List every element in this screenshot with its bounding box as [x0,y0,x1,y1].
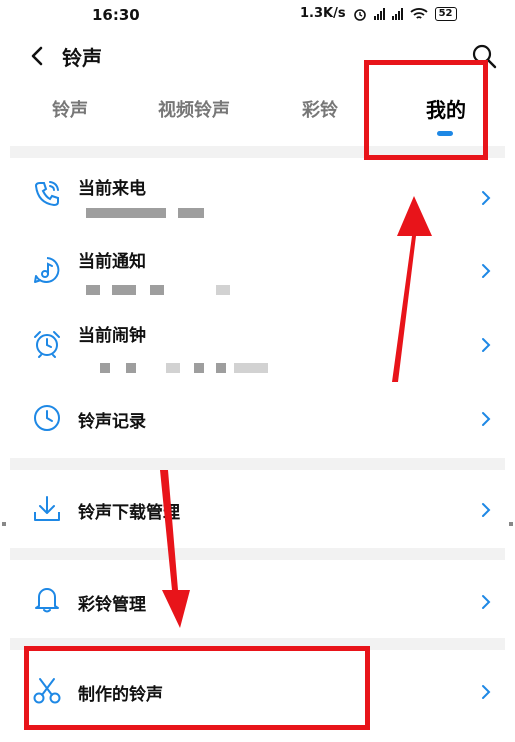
arrow-up-to-mine-tab [392,196,432,382]
arrow-down-to-created-ringtones [160,470,190,628]
red-arrows-overlay [160,196,432,628]
